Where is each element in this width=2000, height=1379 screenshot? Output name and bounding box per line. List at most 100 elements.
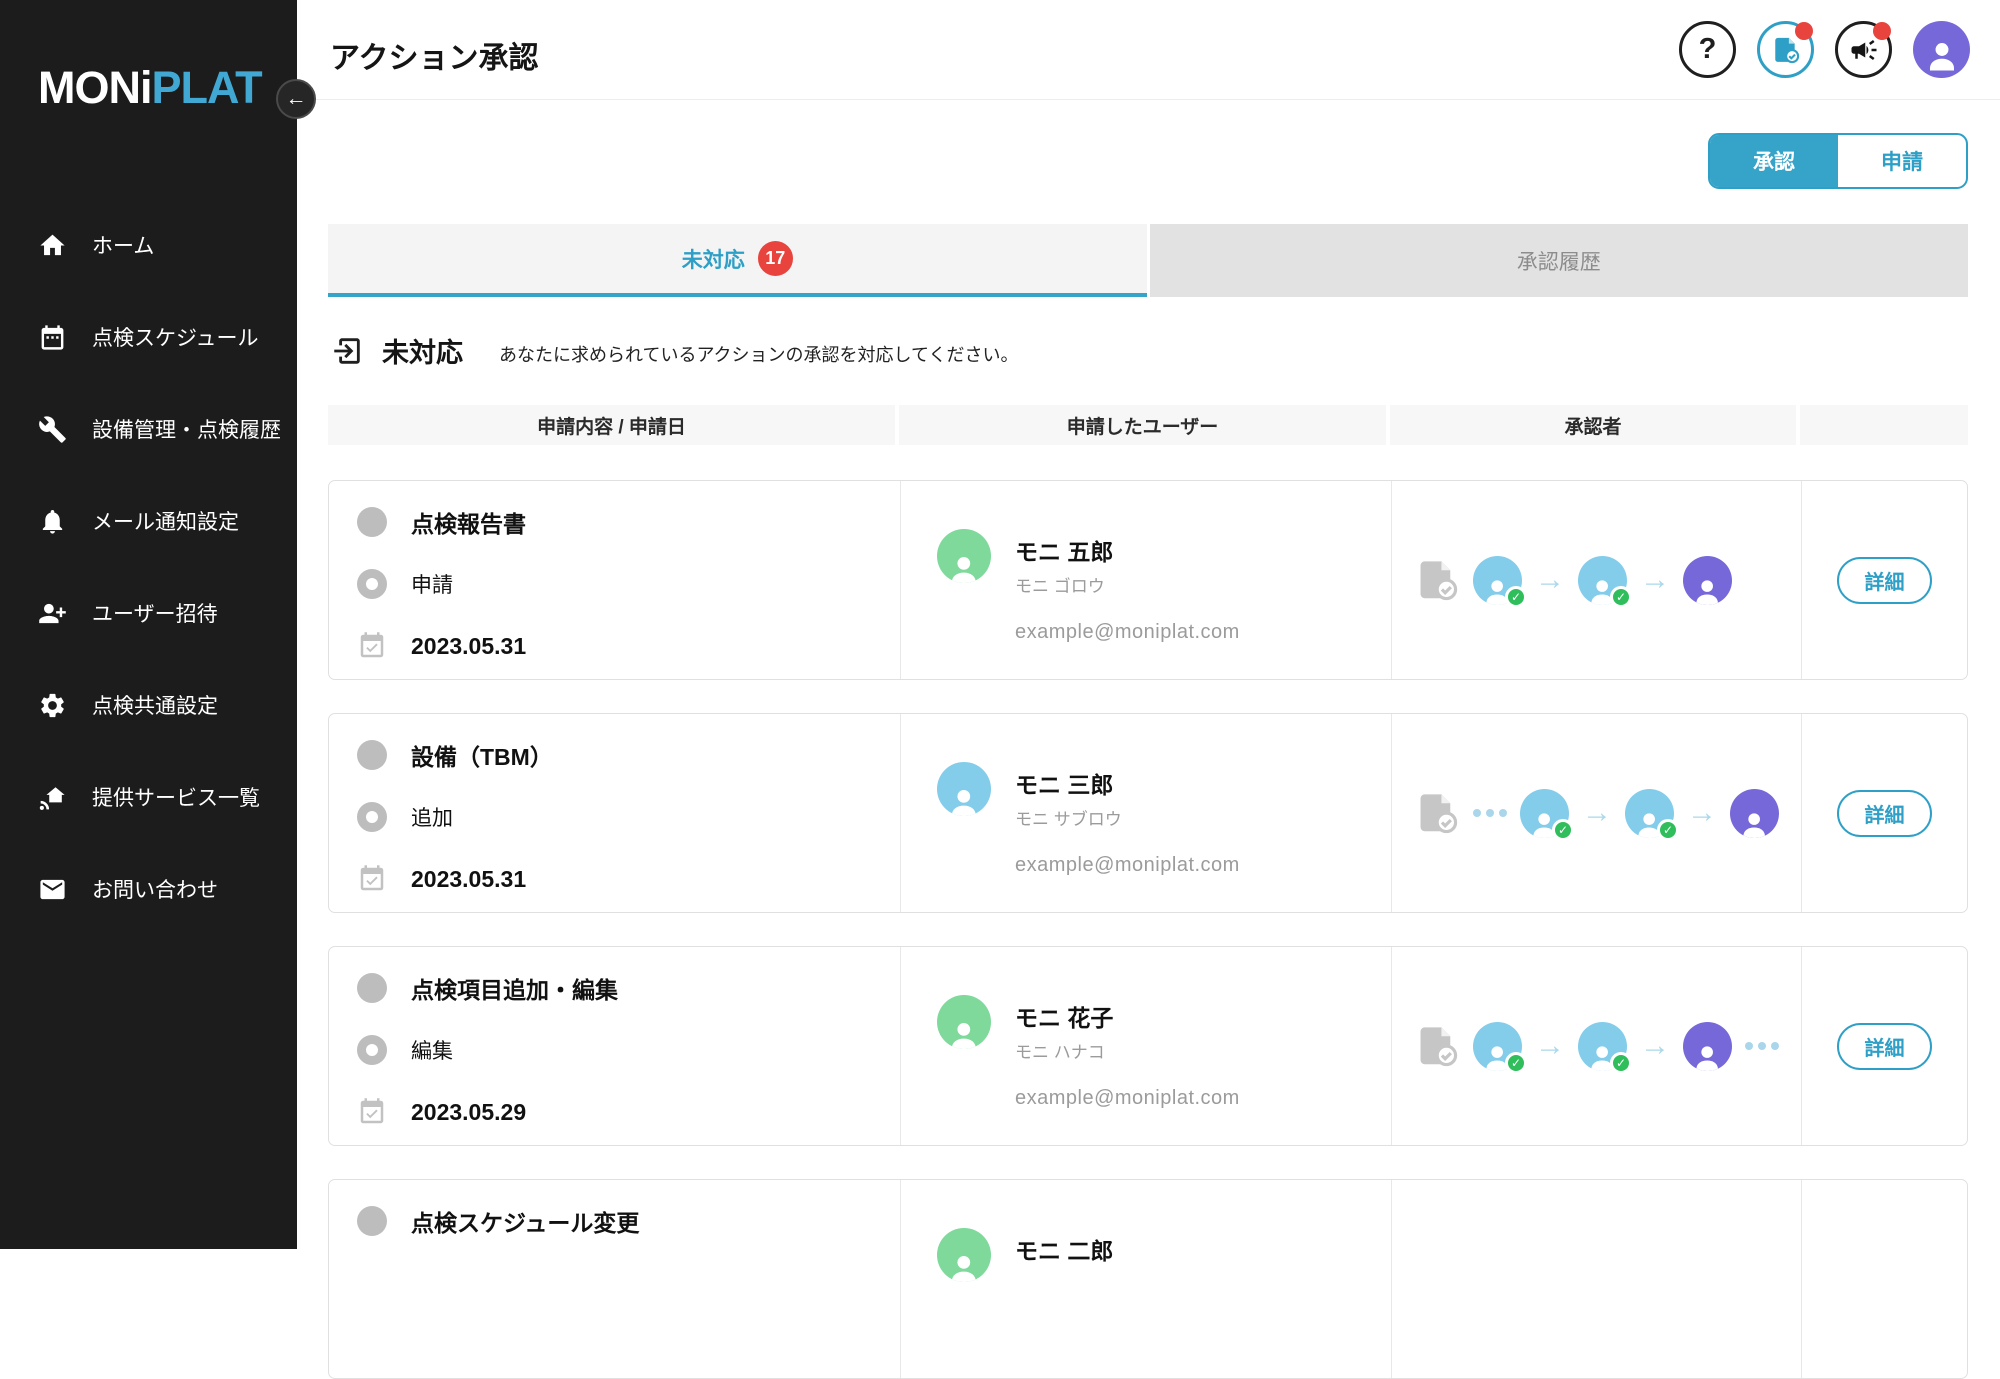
- home-icon: [38, 231, 67, 260]
- tab-history-label: 承認履歴: [1517, 246, 1601, 276]
- approver-avatar-pending: [1683, 556, 1732, 605]
- status-circle-icon: [357, 740, 387, 770]
- flow-arrow-icon: →: [1535, 565, 1565, 595]
- flow-arrow-icon: →: [1687, 798, 1717, 828]
- header-icon-group: ?: [1679, 21, 1970, 78]
- request-date: 2023.05.31: [411, 866, 526, 893]
- column-header-request: 申請内容 / 申請日: [328, 405, 899, 445]
- services-icon: [38, 783, 67, 812]
- approved-check-icon: ✓: [1505, 586, 1527, 608]
- document-check-icon: [1771, 35, 1801, 65]
- detail-button[interactable]: 詳細: [1837, 557, 1932, 604]
- action-type: 編集: [411, 1035, 453, 1065]
- megaphone-icon: [1849, 35, 1879, 65]
- section-description: あなたに求められているアクションの承認を対応してください。: [499, 334, 1018, 367]
- calendar-check-icon: [357, 1097, 387, 1127]
- document-check-icon: [1414, 790, 1460, 836]
- flow-arrow-icon: →: [1640, 1031, 1670, 1061]
- help-button[interactable]: ?: [1679, 21, 1736, 78]
- document-check-icon: [1414, 557, 1460, 603]
- approved-check-icon: ✓: [1505, 1052, 1527, 1074]
- approval-requests-button[interactable]: [1757, 21, 1814, 78]
- sidebar-item-mail-notification[interactable]: メール通知設定: [0, 475, 297, 567]
- tab-bar: 未対応 17 承認履歴: [328, 224, 1968, 297]
- approver-avatar-approved: ✓: [1578, 556, 1627, 605]
- approver-avatar-approved: ✓: [1473, 1022, 1522, 1071]
- approved-check-icon: ✓: [1610, 586, 1632, 608]
- arrow-left-icon: ←: [286, 87, 307, 111]
- request-date: 2023.05.31: [411, 633, 526, 660]
- sidebar-item-label: お問い合わせ: [92, 874, 218, 904]
- sidebar-item-services[interactable]: 提供サービス一覧: [0, 751, 297, 843]
- table-header: 申請内容 / 申請日 申請したユーザー 承認者: [328, 405, 1968, 445]
- user-name: モニ 花子: [1015, 995, 1113, 1033]
- tab-pending[interactable]: 未対応 17: [328, 224, 1147, 297]
- person-icon: [1924, 36, 1960, 72]
- announcements-button[interactable]: [1835, 21, 1892, 78]
- approver-flow: ✓ → ✓ →: [1391, 947, 1801, 1145]
- user-kana: モニ ゴロウ: [1015, 572, 1113, 597]
- more-approvers-icon: [1473, 809, 1507, 817]
- mail-icon: [38, 875, 67, 904]
- sidebar: MONiPLAT ホーム 点検スケジュール 設備管理・点検履歴 メール通知設定 …: [0, 0, 297, 1249]
- page-title: アクション承認: [330, 33, 539, 77]
- user-avatar: [937, 995, 991, 1049]
- moniplat-logo: MONiPLAT: [38, 62, 262, 114]
- sidebar-item-contact[interactable]: お問い合わせ: [0, 843, 297, 935]
- wrench-icon: [38, 415, 67, 444]
- enter-document-icon: [330, 334, 364, 368]
- section-title: 未対応: [382, 331, 463, 370]
- sidebar-item-home[interactable]: ホーム: [0, 199, 297, 291]
- user-email: example@moniplat.com: [1015, 621, 1391, 644]
- column-header-user: 申請したユーザー: [899, 405, 1390, 445]
- user-kana: モニ サブロウ: [1015, 805, 1122, 830]
- user-name: モニ 五郎: [1015, 529, 1113, 567]
- approver-flow: ✓ → ✓ →: [1391, 481, 1801, 679]
- pending-section-header: 未対応 あなたに求められているアクションの承認を対応してください。: [330, 331, 1018, 370]
- tab-approval-history[interactable]: 承認履歴: [1150, 224, 1969, 297]
- main-content: アクション承認 ?: [297, 0, 2000, 1249]
- sidebar-item-inspection-schedule[interactable]: 点検スケジュール: [0, 291, 297, 383]
- sidebar-item-user-invite[interactable]: ユーザー招待: [0, 567, 297, 659]
- table-row: 点検スケジュール変更 モニ 二郎: [328, 1179, 1968, 1379]
- account-avatar-button[interactable]: [1913, 21, 1970, 78]
- approver-avatar-pending: [1730, 789, 1779, 838]
- action-type: 申請: [411, 569, 453, 599]
- table-row: 点検項目追加・編集 編集 2023.05.29 モニ 花子 モニ ハナコ exa…: [328, 946, 1968, 1146]
- bell-icon: [38, 507, 67, 536]
- status-circle-icon: [357, 973, 387, 1003]
- approver-avatar-approved: ✓: [1520, 789, 1569, 838]
- sidebar-item-equipment-history[interactable]: 設備管理・点検履歴: [0, 383, 297, 475]
- approve-request-toggle: 承認 申請: [1708, 133, 1968, 189]
- approver-avatar-pending: [1683, 1022, 1732, 1071]
- toggle-request[interactable]: 申請: [1838, 135, 1966, 187]
- sidebar-item-label: 提供サービス一覧: [92, 782, 260, 812]
- sidebar-item-inspection-settings[interactable]: 点検共通設定: [0, 659, 297, 751]
- document-check-icon: [1414, 1023, 1460, 1069]
- question-mark-icon: ?: [1699, 33, 1717, 66]
- sidebar-item-label: ユーザー招待: [92, 598, 218, 628]
- user-name: モニ 三郎: [1015, 762, 1122, 800]
- approved-check-icon: ✓: [1610, 1052, 1632, 1074]
- request-date: 2023.05.29: [411, 1099, 526, 1126]
- person-add-icon: [38, 599, 67, 628]
- detail-button[interactable]: 詳細: [1837, 1023, 1932, 1070]
- action-type-icon: [357, 1035, 387, 1065]
- flow-arrow-icon: →: [1582, 798, 1612, 828]
- sidebar-collapse-button[interactable]: ←: [276, 79, 316, 119]
- request-title: 設備（TBM）: [411, 738, 553, 772]
- toggle-approve[interactable]: 承認: [1710, 135, 1838, 187]
- user-avatar: [937, 762, 991, 816]
- sidebar-item-label: ホーム: [92, 230, 154, 260]
- more-approvers-icon: [1745, 1042, 1779, 1050]
- column-header-approvers: 承認者: [1390, 405, 1800, 445]
- flow-arrow-icon: →: [1535, 1031, 1565, 1061]
- status-circle-icon: [357, 1206, 387, 1236]
- request-title: 点検報告書: [411, 505, 526, 539]
- sidebar-item-label: 点検共通設定: [92, 690, 218, 720]
- user-email: example@moniplat.com: [1015, 854, 1391, 877]
- action-type-icon: [357, 802, 387, 832]
- detail-button[interactable]: 詳細: [1837, 790, 1932, 837]
- sidebar-item-label: 設備管理・点検履歴: [92, 414, 281, 444]
- user-email: example@moniplat.com: [1015, 1087, 1391, 1110]
